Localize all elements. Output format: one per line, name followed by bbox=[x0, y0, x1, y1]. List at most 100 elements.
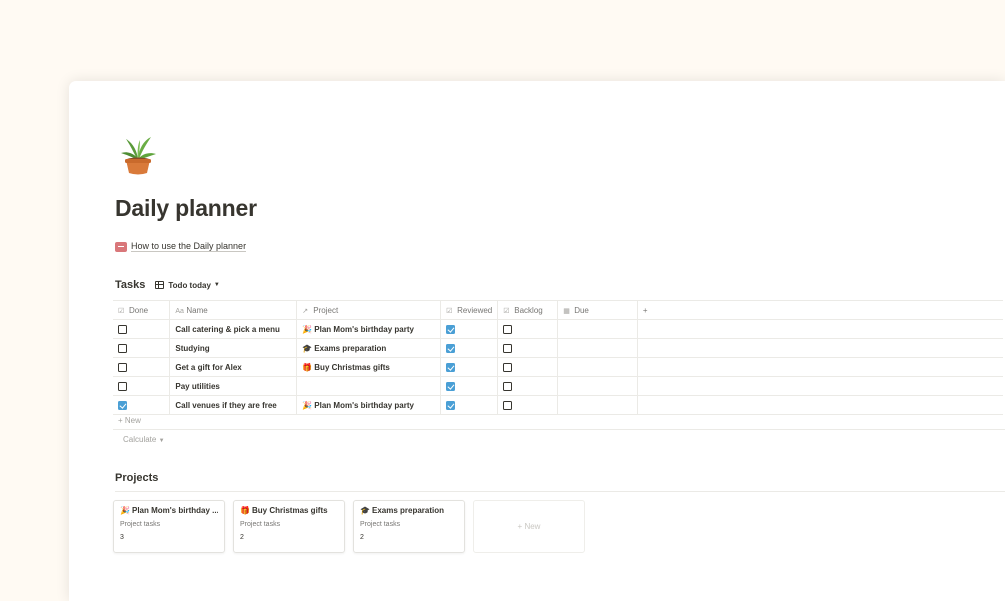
reviewed-cell[interactable] bbox=[440, 395, 499, 415]
new-row-button[interactable]: + New bbox=[118, 416, 141, 425]
new-project-card[interactable]: + New bbox=[473, 500, 585, 553]
backlog-cell[interactable] bbox=[497, 338, 559, 358]
done-cell[interactable] bbox=[113, 338, 171, 358]
tasks-title[interactable]: Tasks bbox=[115, 279, 145, 291]
empty-cell bbox=[637, 319, 1003, 339]
reviewed-checkbox[interactable] bbox=[446, 324, 456, 334]
done-cell[interactable] bbox=[113, 319, 171, 339]
projects-title[interactable]: Projects bbox=[115, 472, 158, 484]
project-card[interactable]: 🎁 Buy Christmas gifts Project tasks 2 bbox=[233, 500, 345, 553]
project-card-label: Project tasks bbox=[360, 521, 401, 528]
reviewed-cell[interactable] bbox=[440, 376, 499, 396]
view-selector[interactable]: Todo today ▼ bbox=[155, 280, 220, 290]
project-card-title: 🎉 Plan Mom's birthday ... bbox=[120, 506, 218, 515]
reviewed-checkbox[interactable] bbox=[446, 343, 456, 353]
checkbox-icon: ☑ bbox=[503, 307, 510, 315]
column-header-name[interactable]: Aa Name bbox=[169, 300, 298, 320]
party-popper-icon: 🎉 bbox=[120, 506, 130, 515]
page-link-icon bbox=[115, 241, 127, 252]
done-checkbox[interactable] bbox=[118, 400, 127, 410]
empty-cell bbox=[637, 338, 1003, 358]
project-card-label: Project tasks bbox=[240, 521, 281, 528]
task-name[interactable]: Call catering & pick a menu bbox=[169, 319, 298, 339]
view-name: Todo today bbox=[168, 280, 211, 290]
reviewed-cell[interactable] bbox=[440, 357, 499, 377]
project-card[interactable]: 🎉 Plan Mom's birthday ... Project tasks 3 bbox=[113, 500, 225, 553]
gift-icon: 🎁 bbox=[302, 362, 313, 372]
potted-plant-icon[interactable] bbox=[115, 131, 161, 177]
graduation-cap-icon: 🎓 bbox=[360, 506, 370, 515]
backlog-checkbox[interactable] bbox=[503, 324, 513, 334]
empty-cell bbox=[637, 357, 1003, 377]
done-checkbox[interactable] bbox=[118, 324, 127, 334]
done-cell[interactable] bbox=[113, 357, 171, 377]
done-cell[interactable] bbox=[113, 376, 171, 396]
project-card[interactable]: 🎓 Exams preparation Project tasks 2 bbox=[353, 500, 465, 553]
project-card-value: 3 bbox=[120, 534, 124, 541]
backlog-cell[interactable] bbox=[497, 319, 559, 339]
due-cell[interactable] bbox=[557, 395, 638, 415]
column-header-backlog[interactable]: ☑ Backlog bbox=[497, 300, 559, 320]
reviewed-cell[interactable] bbox=[440, 319, 499, 339]
column-header-due[interactable]: ▦ Due bbox=[557, 300, 638, 320]
project-cell[interactable]: 🎉 Plan Mom's birthday party bbox=[296, 395, 442, 415]
table-row[interactable]: Studying 🎓 Exams preparation bbox=[113, 338, 1003, 358]
table-view-icon bbox=[155, 281, 165, 289]
project-cell[interactable]: 🎉 Plan Mom's birthday party bbox=[296, 319, 442, 339]
column-header-project[interactable]: ↗ Project bbox=[296, 300, 442, 320]
backlog-checkbox[interactable] bbox=[503, 381, 513, 391]
reviewed-checkbox[interactable] bbox=[446, 381, 456, 391]
project-cell[interactable]: 🎁 Buy Christmas gifts bbox=[296, 357, 442, 377]
task-name[interactable]: Get a gift for Alex bbox=[169, 357, 298, 377]
backlog-checkbox[interactable] bbox=[503, 362, 513, 372]
guide-link-text[interactable]: How to use the Daily planner bbox=[131, 241, 247, 252]
backlog-cell[interactable] bbox=[497, 376, 559, 396]
column-header-done[interactable]: ☑ Done bbox=[113, 300, 171, 320]
relation-arrow-icon: ↗ bbox=[302, 307, 309, 315]
graduation-cap-icon: 🎓 bbox=[302, 343, 313, 353]
plus-icon[interactable]: + bbox=[643, 306, 648, 315]
table-row[interactable]: Call catering & pick a menu 🎉 Plan Mom's … bbox=[113, 319, 1003, 339]
checkbox-icon: ☑ bbox=[118, 307, 125, 315]
add-column-button[interactable]: + bbox=[637, 300, 1003, 320]
party-popper-icon: 🎉 bbox=[302, 324, 313, 334]
reviewed-checkbox[interactable] bbox=[446, 400, 456, 410]
backlog-checkbox[interactable] bbox=[503, 400, 513, 410]
project-cell[interactable] bbox=[296, 376, 442, 396]
chevron-down-icon: ▼ bbox=[213, 282, 220, 288]
task-name[interactable]: Pay utilities bbox=[169, 376, 298, 396]
tasks-header: Tasks Todo today ▼ bbox=[115, 279, 220, 291]
table-row[interactable]: Get a gift for Alex 🎁 Buy Christmas gifts bbox=[113, 357, 1003, 377]
table-row[interactable]: Call venues if they are free 🎉 Plan Mom's… bbox=[113, 395, 1003, 415]
project-card-value: 2 bbox=[360, 534, 364, 541]
done-cell[interactable] bbox=[113, 395, 171, 415]
chevron-down-icon: ▼ bbox=[158, 438, 165, 444]
due-cell[interactable] bbox=[557, 338, 638, 358]
page-title: Daily planner bbox=[115, 195, 257, 221]
calculate-button[interactable]: Calculate ▼ bbox=[123, 435, 165, 444]
task-name[interactable]: Call venues if they are free bbox=[169, 395, 298, 415]
backlog-checkbox[interactable] bbox=[503, 343, 513, 353]
due-cell[interactable] bbox=[557, 376, 638, 396]
column-header-reviewed[interactable]: ☑ Reviewed bbox=[440, 300, 499, 320]
done-checkbox[interactable] bbox=[118, 381, 127, 391]
done-checkbox[interactable] bbox=[118, 362, 127, 372]
new-project-label: + New bbox=[517, 522, 541, 531]
project-cell[interactable]: 🎓 Exams preparation bbox=[296, 338, 442, 358]
divider bbox=[113, 429, 1005, 430]
reviewed-cell[interactable] bbox=[440, 338, 499, 358]
backlog-cell[interactable] bbox=[497, 357, 559, 377]
due-cell[interactable] bbox=[557, 319, 638, 339]
done-checkbox[interactable] bbox=[118, 343, 127, 353]
table-row[interactable]: Pay utilities bbox=[113, 376, 1003, 396]
guide-link[interactable]: How to use the Daily planner bbox=[115, 241, 247, 252]
due-cell[interactable] bbox=[557, 357, 638, 377]
gift-icon: 🎁 bbox=[240, 506, 250, 515]
projects-gallery: 🎉 Plan Mom's birthday ... Project tasks 3… bbox=[113, 500, 585, 553]
task-name[interactable]: Studying bbox=[169, 338, 298, 358]
project-card-value: 2 bbox=[240, 534, 244, 541]
reviewed-checkbox[interactable] bbox=[446, 362, 456, 372]
text-icon: Aa bbox=[175, 307, 184, 315]
empty-cell bbox=[637, 376, 1003, 396]
backlog-cell[interactable] bbox=[497, 395, 559, 415]
